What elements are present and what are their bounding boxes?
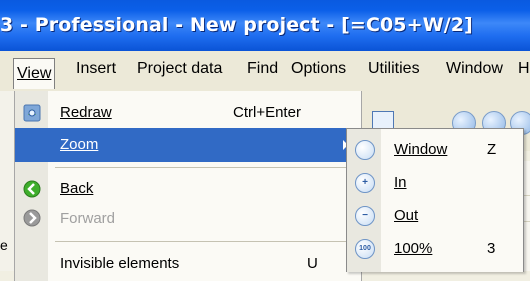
zoom-window-shortcut: Z [487,141,497,158]
redraw-shortcut: Ctrl+Enter [233,104,301,121]
menu-find[interactable]: Find [247,60,278,78]
window-title: 3 - Professional - New project - [=C05+W… [0,14,473,36]
menu-options-label: Options [291,60,347,77]
zoom-in-label: In [394,174,407,191]
zoom-out-icon: − [355,206,375,226]
submenu-item-out[interactable]: − Out [347,199,523,232]
invisible-elements-shortcut: U [307,255,318,272]
menu-item-zoom[interactable]: Zoom [15,128,361,162]
redraw-label: Redraw [60,104,112,121]
menu-window[interactable]: Window [446,60,503,78]
menu-window-label: Window [446,60,503,77]
menu-find-label: Find [247,60,279,77]
menu-insert-label: Insert [76,60,117,77]
left-strip-char: e [0,237,8,253]
forward-arrow-icon [23,209,41,227]
menu-item-forward[interactable]: Forward [15,202,361,236]
invisible-elements-label: Invisible elements [60,255,180,272]
menu-item-redraw[interactable]: Redraw Ctrl+Enter [15,96,361,130]
zoom-100-label: 100% [394,240,433,257]
zoom-out-label: Out [394,207,419,224]
redraw-icon [23,104,41,122]
menu-project-data-label: Project data [137,60,223,77]
title-bar: 3 - Professional - New project - [=C05+W… [0,0,530,51]
menu-insert[interactable]: Insert [76,60,116,78]
menu-options[interactable]: Options [291,60,346,78]
menu-view[interactable]: View [13,58,56,89]
zoom-window-icon [355,140,375,160]
zoom-100-shortcut: 3 [487,240,496,257]
zoom-in-icon: + [355,173,375,193]
back-arrow-icon [23,180,41,198]
menu-item-invisible-elements[interactable]: Invisible elements U [15,247,361,281]
menu-item-back[interactable]: Back [15,172,361,206]
submenu-item-in[interactable]: + In [347,166,523,199]
menu-view-label: View [17,65,52,82]
submenu-item-window[interactable]: Window Z [347,133,523,166]
submenu-item-100[interactable]: 100 100% 3 [347,232,523,265]
menu-utilities-label: Utilities [368,60,420,77]
menu-separator [55,241,355,242]
left-strip: e [0,91,14,271]
menu-project-data[interactable]: Project data [137,60,222,78]
menu-utilities[interactable]: Utilities [368,60,420,78]
zoom-submenu: Window Z + In − Out 100 100% 3 [346,128,524,272]
zoom-window-label: Window [394,141,448,158]
menu-separator [55,167,355,168]
zoom-100-icon: 100 [355,239,375,259]
zoom-label: Zoom [60,136,99,153]
back-label: Back [60,180,94,197]
menu-help[interactable]: H [518,60,530,78]
view-menu: Redraw Ctrl+Enter Zoom Back Forward Invi… [14,91,362,281]
forward-label: Forward [60,210,116,227]
menu-help-label: H [518,60,530,77]
